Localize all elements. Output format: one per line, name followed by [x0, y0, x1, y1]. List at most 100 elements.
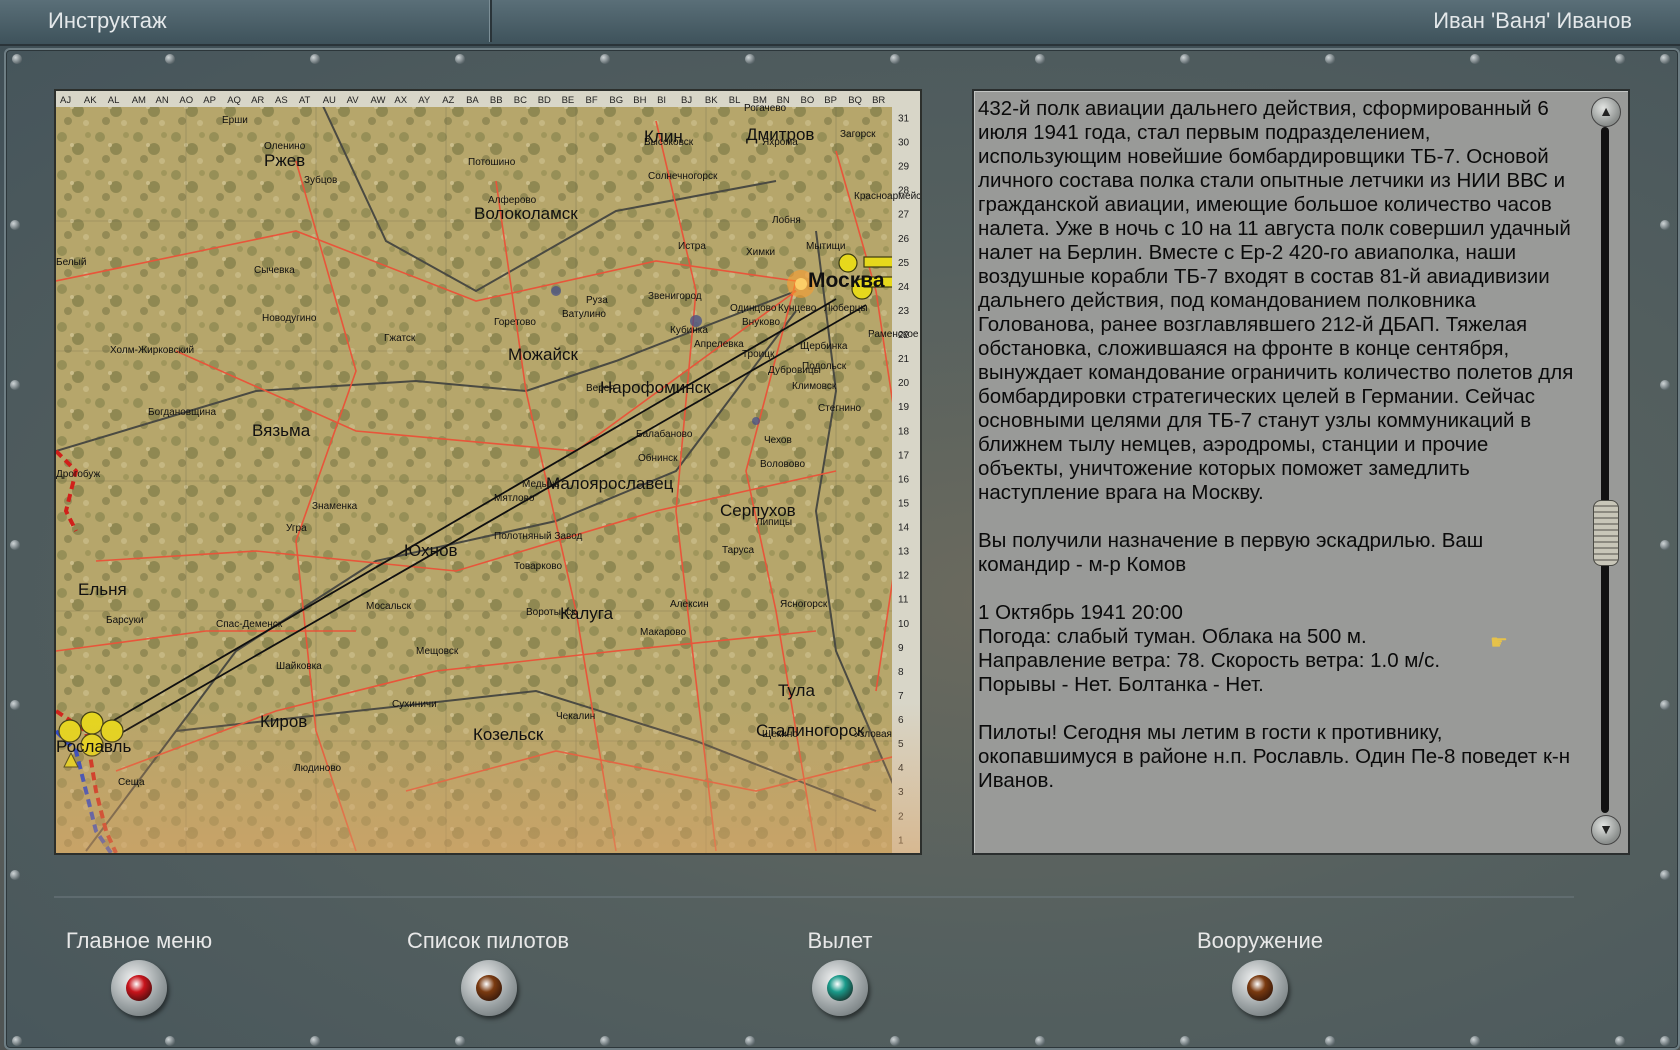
- armament-button[interactable]: [1232, 960, 1288, 1016]
- row-label: 11: [898, 595, 909, 606]
- rivet: [1035, 1036, 1045, 1046]
- briefing-map[interactable]: AJ AK AL AM AN AO AP AQ AR AS AT AU AV AW AX AY AZ BA BB BC…: [54, 89, 922, 855]
- col-label: AZ: [442, 95, 454, 106]
- town-label: Одинцово: [730, 303, 777, 314]
- town-label: Мосальск: [366, 601, 411, 612]
- col-label: AQ: [227, 95, 241, 106]
- row-label: 17: [898, 450, 910, 461]
- town-label: Гжатск: [384, 333, 416, 344]
- scroll-down-button[interactable]: ▼: [1591, 815, 1621, 845]
- town-label: Яхрома: [762, 137, 798, 148]
- rivet: [1660, 540, 1670, 550]
- rivet: [1660, 700, 1670, 710]
- town-label: Мытищи: [806, 241, 846, 252]
- town-label: Лобня: [772, 215, 801, 226]
- town-label: Звенигород: [648, 291, 702, 302]
- col-label: BH: [633, 95, 646, 106]
- rivet: [600, 54, 610, 64]
- main-menu-button[interactable]: [111, 960, 167, 1016]
- town-label: Богдановщина: [148, 407, 217, 418]
- town-label: Щекино: [762, 729, 798, 740]
- town-label: Знаменка: [312, 501, 358, 512]
- takeoff-button[interactable]: [812, 960, 868, 1016]
- town-label: Кунцево: [778, 303, 817, 314]
- wind-line: Направление ветра: 78. Скорость ветра: 1…: [978, 649, 1441, 672]
- col-label: AK: [84, 95, 97, 106]
- row-label: 19: [898, 402, 910, 413]
- gusts-line: Порывы - Нет. Болтанка - Нет.: [978, 673, 1264, 696]
- briefing-paragraph: 432-й полк авиации дальнего действия, сф…: [978, 97, 1574, 504]
- rivet: [310, 54, 320, 64]
- city-label: Тула: [778, 681, 815, 700]
- col-label: AJ: [60, 95, 71, 106]
- row-label: 25: [898, 258, 910, 269]
- col-label: AY: [418, 95, 431, 106]
- town-label: Солнечногорск: [648, 171, 718, 182]
- rivet: [1325, 54, 1335, 64]
- rivet: [1180, 1036, 1190, 1046]
- scroll-up-button[interactable]: ▲: [1591, 97, 1621, 127]
- rivet: [10, 540, 20, 550]
- town-label: Троицк: [742, 349, 775, 360]
- button-lamp: [1247, 975, 1273, 1001]
- row-label: 2: [898, 811, 904, 822]
- section-title: Инструктаж: [48, 8, 167, 33]
- town-label: Внуково: [742, 317, 781, 328]
- rivet: [890, 1036, 900, 1046]
- rivet: [1660, 54, 1670, 64]
- rivet: [1660, 870, 1670, 880]
- rivet: [12, 54, 22, 64]
- button-lamp: [476, 975, 502, 1001]
- col-label: BL: [729, 95, 741, 106]
- town-label: Спас-Деменск: [216, 619, 283, 630]
- scroll-track[interactable]: [1601, 127, 1609, 813]
- city-label: Юхнов: [404, 541, 458, 560]
- town-label: Медынь: [522, 479, 560, 490]
- city-label: Москва: [808, 269, 885, 292]
- briefing-scrollbar[interactable]: ▲ ▼: [1586, 93, 1624, 849]
- town-label: Люберцы: [824, 303, 868, 314]
- city-label: Волоколамск: [474, 204, 578, 223]
- town-label: Высоковск: [644, 137, 694, 148]
- row-label: 4: [898, 763, 904, 774]
- col-label: AX: [394, 95, 407, 106]
- scroll-thumb[interactable]: [1593, 500, 1619, 567]
- rivet: [310, 1036, 320, 1046]
- col-label: AP: [203, 95, 216, 106]
- col-label: AW: [371, 95, 386, 106]
- town-label: Загорск: [840, 129, 876, 140]
- town-label: Руза: [586, 295, 608, 306]
- town-label: Климовск: [792, 381, 837, 392]
- rivet: [1470, 54, 1480, 64]
- row-label: 9: [898, 643, 904, 654]
- takeoff-label: Вылет: [807, 928, 873, 953]
- mission-date: 1 Октябрь 1941 20:00: [978, 601, 1183, 624]
- rivet: [1325, 1036, 1335, 1046]
- rivet: [455, 1036, 465, 1046]
- town-label: Полотняный Завод: [494, 531, 583, 542]
- footer-divider: [54, 896, 1574, 898]
- weather-line: Погода: слабый туман. Облака на 500 м.: [978, 625, 1367, 648]
- town-label: Узловая: [854, 729, 892, 740]
- city-label: Ржев: [264, 151, 306, 170]
- row-label: 5: [898, 739, 904, 750]
- pilot-name: Иван 'Ваня' Иванов: [1433, 8, 1632, 33]
- town-label: Чекалин: [556, 711, 596, 722]
- town-label: Воротынск: [526, 607, 576, 618]
- col-label: AM: [132, 95, 146, 106]
- town-label: Ватулино: [562, 309, 606, 320]
- briefing-panel[interactable]: 432-й полк авиации дальнего действия, сф…: [972, 89, 1630, 855]
- town-label: Балабаново: [636, 429, 693, 440]
- row-label: 8: [898, 667, 904, 678]
- town-label: Таруса: [722, 545, 755, 556]
- col-label: BD: [538, 95, 551, 106]
- pilot-list-button[interactable]: [461, 960, 517, 1016]
- town-label: Угра: [286, 523, 307, 534]
- rivet: [600, 1036, 610, 1046]
- town-label: Воловово: [760, 459, 806, 470]
- col-label: AO: [179, 95, 193, 106]
- town-label: Ясногорск: [780, 599, 828, 610]
- button-lamp: [827, 975, 853, 1001]
- col-label: BR: [872, 95, 885, 106]
- rivet: [1615, 54, 1625, 64]
